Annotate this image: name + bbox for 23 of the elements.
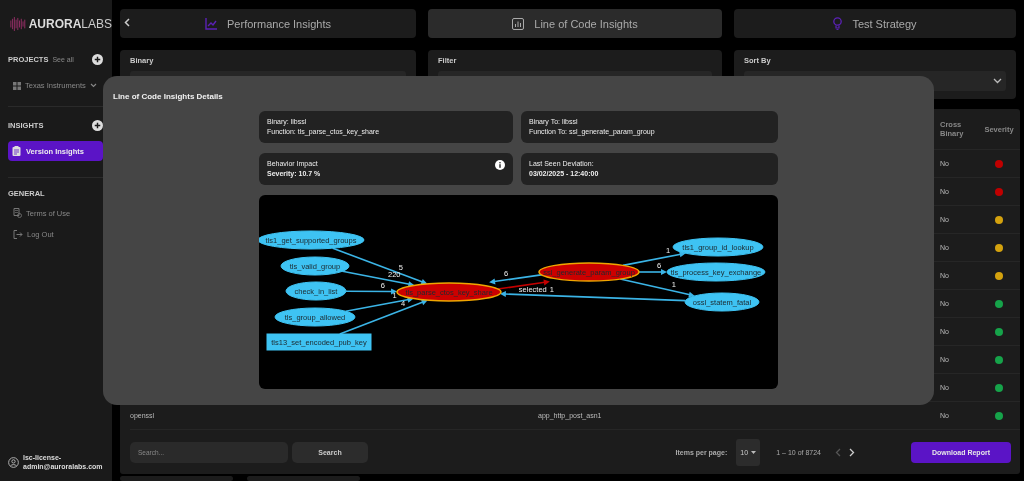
chevron-right-icon [849, 447, 855, 457]
grid-icon [13, 81, 21, 90]
add-icon[interactable] [92, 119, 103, 131]
chevron-down-icon[interactable] [89, 83, 97, 88]
tab[interactable]: Line of Code Insights [428, 9, 722, 38]
bar-chart-icon [512, 17, 525, 30]
logout-icon [13, 229, 23, 239]
back-icon[interactable] [124, 18, 130, 27]
add-icon[interactable] [92, 53, 103, 65]
chevron-down-icon [993, 78, 1002, 84]
line-chart-icon [205, 17, 218, 30]
lightbulb-icon [833, 17, 843, 30]
tab[interactable]: Performance Insights [120, 9, 416, 38]
info-icon[interactable] [495, 160, 505, 170]
modal-title: Line of Code Insights Details [113, 92, 224, 101]
document-icon [13, 208, 22, 218]
user-icon [8, 456, 19, 468]
logo-icon [10, 16, 26, 32]
tab[interactable]: Test Strategy [734, 9, 1016, 38]
chevron-left-icon [835, 447, 841, 457]
clipboard-icon [12, 146, 21, 156]
logo-text: AURORALABS [28, 17, 112, 31]
caret-icon [751, 450, 757, 454]
